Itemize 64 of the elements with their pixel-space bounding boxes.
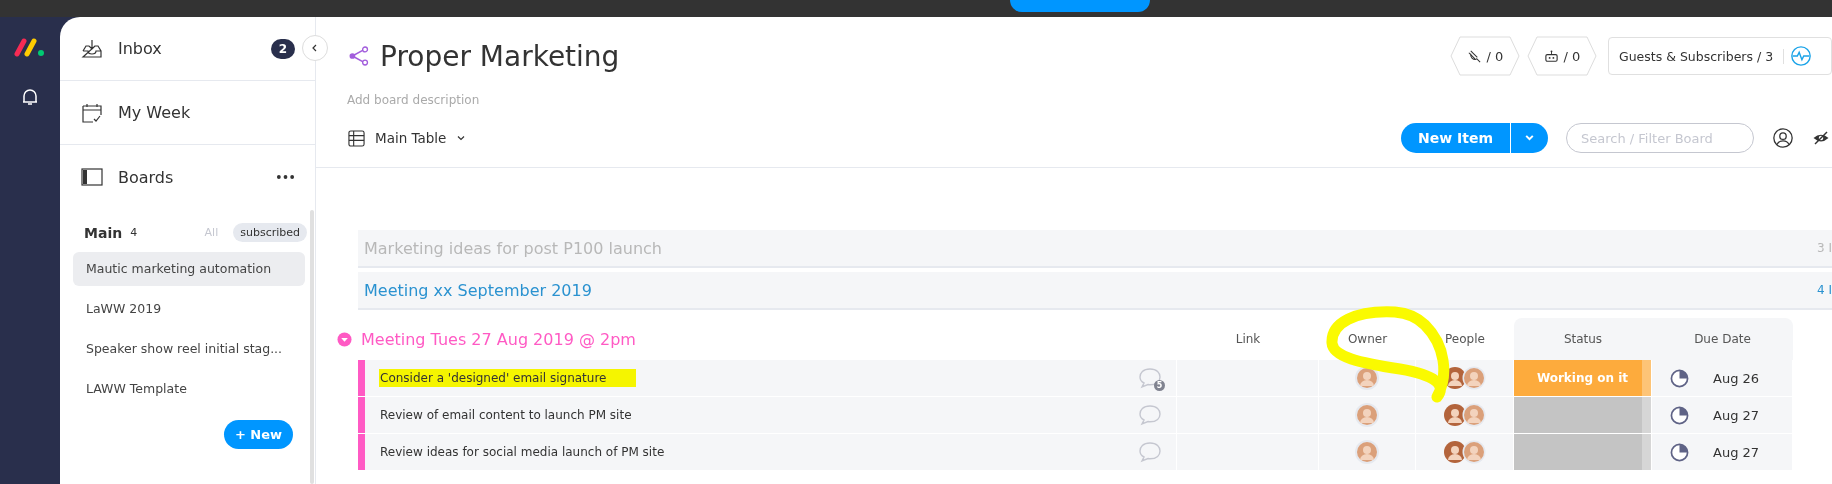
item-count: 4 I: [1817, 283, 1832, 297]
sidebar-label: My Week: [118, 103, 192, 122]
collapse-icon[interactable]: [337, 331, 352, 347]
group-title: Meeting xx September 2019: [364, 280, 592, 300]
board-item[interactable]: Mautic marketing automation: [73, 252, 305, 286]
comment-icon[interactable]: [1138, 441, 1162, 463]
column-header[interactable]: Due Date: [1652, 318, 1793, 360]
comment-count: 5: [1154, 380, 1165, 391]
avatar-icon: [1355, 403, 1379, 427]
comment-icon[interactable]: [1138, 404, 1162, 426]
board-item[interactable]: LaWW 2019: [73, 292, 305, 326]
due-date[interactable]: Aug 26: [1713, 370, 1760, 386]
count-badge: 2: [270, 38, 295, 59]
counter-button[interactable]: / 0: [1527, 36, 1597, 76]
avatar-icon: [1355, 366, 1379, 390]
more-icon[interactable]: [276, 174, 295, 180]
workspace-count: 4: [130, 226, 138, 239]
comment-icon[interactable]: 5: [1138, 367, 1162, 389]
board-item[interactable]: Speaker show reel initial stag...: [73, 332, 305, 366]
group-title: Marketing ideas for post P100 launch: [364, 238, 662, 258]
avatars-icon: [1442, 440, 1487, 464]
collapse-button[interactable]: [302, 35, 328, 61]
guests-count[interactable]: Guests & Subscribers / 3: [1609, 48, 1785, 64]
workspace-name: Main: [84, 224, 123, 241]
view-tab[interactable]: Main Table: [348, 129, 467, 147]
status-cell[interactable]: [1514, 397, 1652, 433]
chevron-icon: [456, 133, 467, 143]
board-item[interactable]: LAWW Template: [73, 372, 305, 406]
sidebar-label: Inbox: [118, 39, 163, 58]
table-icon: [348, 129, 365, 147]
column-header[interactable]: Status: [1514, 318, 1652, 360]
timeline-icon: [1670, 405, 1689, 425]
due-date[interactable]: Aug 27: [1713, 444, 1760, 460]
timeline-icon: [1670, 442, 1689, 462]
bell-icon[interactable]: [20, 87, 40, 107]
robot-icon: [1543, 48, 1559, 64]
share-icon: [348, 45, 370, 67]
group-title: Meeting Tues 27 Aug 2019 @ 2pm: [361, 329, 636, 349]
sidebar-item[interactable]: My Week: [60, 81, 315, 145]
dropdown-button[interactable]: [1511, 123, 1548, 153]
search-field[interactable]: Search / Filter Board: [1566, 123, 1754, 153]
activity-icon[interactable]: [1790, 45, 1813, 67]
due-date[interactable]: Aug 27: [1713, 407, 1760, 423]
filter-tab[interactable]: subscribed: [233, 223, 307, 242]
item-name[interactable]: Review of email content to launch PM site: [379, 406, 662, 424]
board-icon: [80, 165, 104, 189]
person-icon[interactable]: [1772, 127, 1794, 149]
counter-button[interactable]: / 0: [1450, 36, 1520, 76]
avatars-icon: [1442, 403, 1487, 427]
column-header[interactable]: Link: [1177, 318, 1319, 360]
item-count: 3 I: [1817, 241, 1832, 255]
board-title: Proper Marketing: [380, 39, 620, 73]
timeline-icon: [1670, 368, 1689, 388]
banner-button[interactable]: [1010, 0, 1150, 12]
logo-icon[interactable]: [14, 37, 46, 57]
status-cell[interactable]: [1514, 434, 1652, 470]
column-header[interactable]: Owner: [1319, 318, 1416, 360]
item-name[interactable]: Consider a 'designed' email signature: [379, 369, 637, 387]
item-name[interactable]: Review ideas for social media launch of PM site: [379, 443, 695, 461]
avatar-icon: [1355, 440, 1379, 464]
sidebar-item[interactable]: Boards: [60, 145, 315, 209]
column-header[interactable]: People: [1416, 318, 1514, 360]
sidebar-label: Boards: [118, 167, 175, 187]
hidden-eye-icon[interactable]: [1812, 129, 1830, 147]
